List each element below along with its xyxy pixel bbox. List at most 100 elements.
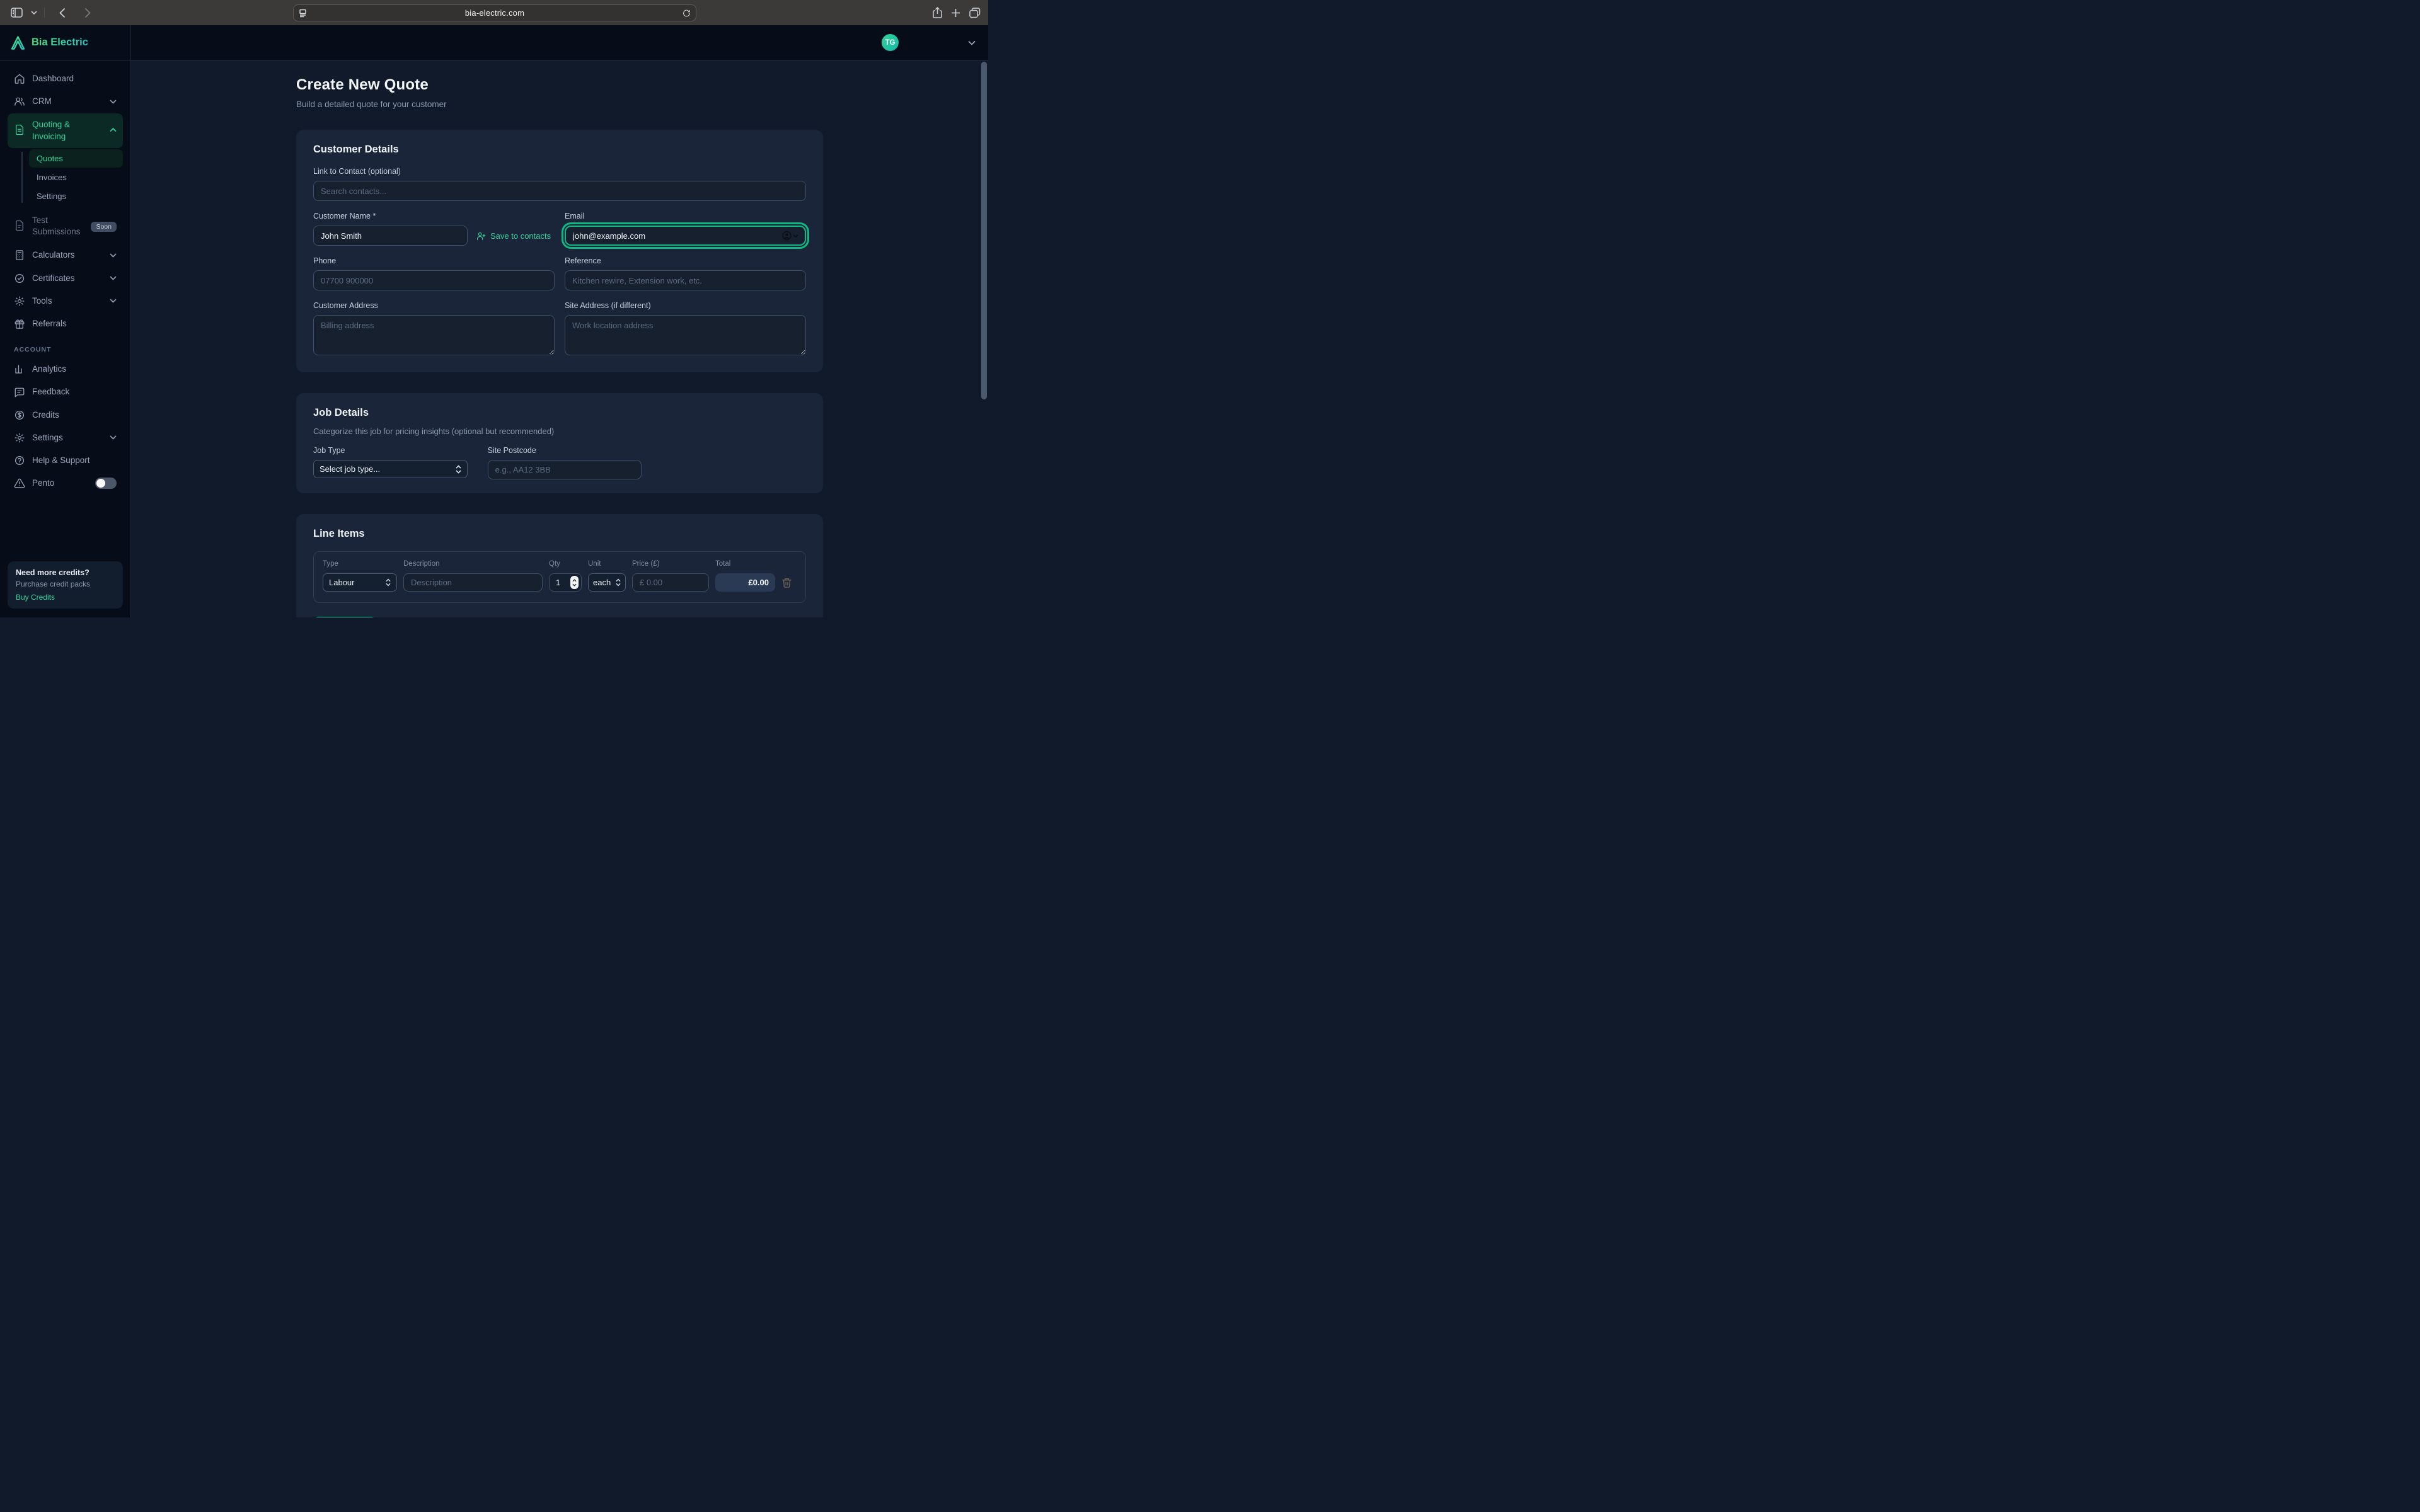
select-updown-icon bbox=[386, 578, 391, 587]
gear-icon bbox=[14, 432, 25, 444]
item-total-value: £0.00 bbox=[715, 573, 775, 592]
col-unit-label: Unit bbox=[588, 560, 626, 568]
new-tab-icon[interactable] bbox=[951, 8, 960, 18]
line-items-card: Line Items Type Labour bbox=[296, 514, 823, 617]
sidebar-item-credits[interactable]: Credits bbox=[8, 404, 123, 426]
badge-check-icon bbox=[14, 273, 25, 284]
url-text[interactable]: bia-electric.com bbox=[307, 8, 683, 18]
quoting-subnav: Quotes Invoices Settings bbox=[21, 149, 123, 205]
sidebar-toggle-icon[interactable] bbox=[8, 4, 25, 21]
sidebar-dropdown-chevron-icon[interactable] bbox=[29, 4, 39, 21]
job-details-subtitle: Categorize this job for pricing insights… bbox=[313, 427, 806, 436]
back-button-icon[interactable] bbox=[54, 4, 71, 21]
main-content: Create New Quote Build a detailed quote … bbox=[131, 60, 988, 617]
page-title: Create New Quote bbox=[296, 76, 823, 94]
sidebar-item-label: Tools bbox=[32, 295, 103, 307]
header-chevron-down-icon[interactable] bbox=[968, 40, 976, 45]
sidebar-item-label: Test Submissions bbox=[32, 215, 84, 238]
site-postcode-input[interactable] bbox=[488, 460, 642, 479]
avatar[interactable]: TG bbox=[882, 34, 899, 51]
search-contacts-input[interactable] bbox=[313, 181, 806, 201]
save-to-contacts-link[interactable]: Save to contacts bbox=[476, 231, 551, 241]
qty-stepper[interactable] bbox=[570, 576, 579, 589]
job-type-label: Job Type bbox=[313, 446, 468, 455]
sidebar-item-label: Help & Support bbox=[32, 455, 117, 466]
reader-icon[interactable] bbox=[299, 9, 307, 18]
job-details-card: Job Details Categorize this job for pric… bbox=[296, 393, 823, 493]
home-icon bbox=[14, 73, 25, 84]
phone-input[interactable] bbox=[313, 270, 555, 290]
delete-item-button[interactable] bbox=[781, 573, 797, 592]
item-qty-input[interactable]: 1 bbox=[549, 573, 582, 592]
save-to-contacts-label: Save to contacts bbox=[490, 231, 551, 241]
gear-icon bbox=[14, 295, 25, 307]
file-icon bbox=[14, 220, 25, 231]
sidebar-item-label: Feedback bbox=[32, 386, 117, 398]
select-updown-icon bbox=[616, 578, 621, 587]
brand-logo-icon bbox=[10, 35, 26, 50]
sidebar: Bia Electric Dashboard CRM bbox=[0, 25, 131, 617]
sidebar-item-tools[interactable]: Tools bbox=[8, 290, 123, 312]
sidebar-item-calculators[interactable]: Calculators bbox=[8, 244, 123, 266]
share-icon[interactable] bbox=[933, 7, 942, 18]
sidebar-item-referrals[interactable]: Referrals bbox=[8, 313, 123, 335]
subnav-item-invoices[interactable]: Invoices bbox=[29, 168, 123, 186]
browser-toolbar: bia-electric.com bbox=[0, 0, 988, 25]
chevron-up-icon bbox=[110, 128, 117, 132]
job-type-value: Select job type... bbox=[320, 464, 380, 474]
contact-autofill-icon[interactable] bbox=[781, 231, 798, 241]
sidebar-item-help-support[interactable]: Help & Support bbox=[8, 450, 123, 471]
reference-label: Reference bbox=[565, 256, 806, 265]
sidebar-item-feedback[interactable]: Feedback bbox=[8, 381, 123, 403]
subnav-item-quotes[interactable]: Quotes bbox=[29, 149, 123, 168]
item-price-input[interactable] bbox=[632, 573, 709, 592]
pento-toggle[interactable] bbox=[95, 478, 117, 489]
sidebar-item-pento[interactable]: Pento bbox=[8, 472, 123, 494]
chevron-down-icon bbox=[110, 435, 117, 440]
customer-name-input[interactable] bbox=[313, 226, 468, 246]
bar-chart-icon bbox=[14, 364, 25, 375]
trash-icon bbox=[781, 577, 792, 588]
sidebar-item-settings[interactable]: Settings bbox=[8, 427, 123, 449]
sidebar-item-analytics[interactable]: Analytics bbox=[8, 358, 123, 380]
credits-promo-subtitle: Purchase credit packs bbox=[16, 580, 115, 588]
item-unit-select[interactable]: each bbox=[588, 573, 626, 592]
buy-credits-link[interactable]: Buy Credits bbox=[16, 593, 115, 602]
site-postcode-label: Site Postcode bbox=[488, 446, 642, 455]
line-item-row: Type Labour Description bbox=[313, 551, 806, 603]
vertical-scrollbar[interactable] bbox=[981, 62, 987, 399]
col-qty-label: Qty bbox=[549, 560, 582, 568]
credits-promo-card: Need more credits? Purchase credit packs… bbox=[8, 561, 123, 609]
sidebar-item-quoting-invoicing[interactable]: Quoting & Invoicing bbox=[8, 113, 123, 147]
toolbar-divider bbox=[44, 8, 45, 18]
dollar-circle-icon bbox=[14, 410, 25, 421]
chevron-down-icon bbox=[110, 253, 117, 258]
sidebar-item-test-submissions[interactable]: Test Submissions Soon bbox=[8, 209, 123, 243]
item-type-select[interactable]: Labour bbox=[323, 573, 397, 592]
reference-input[interactable] bbox=[565, 270, 806, 290]
address-bar[interactable]: bia-electric.com bbox=[293, 4, 696, 21]
email-label: Email bbox=[565, 212, 806, 220]
job-type-select[interactable]: Select job type... bbox=[313, 460, 468, 478]
forward-button-icon[interactable] bbox=[79, 4, 96, 21]
sidebar-item-label: Pento bbox=[32, 478, 88, 489]
gift-icon bbox=[14, 318, 25, 329]
customer-address-textarea[interactable] bbox=[313, 315, 555, 355]
subnav-item-settings[interactable]: Settings bbox=[29, 187, 123, 205]
sidebar-item-crm[interactable]: CRM bbox=[8, 91, 123, 112]
toggle-knob bbox=[96, 479, 105, 488]
sidebar-item-certificates[interactable]: Certificates bbox=[8, 268, 123, 289]
users-icon bbox=[14, 96, 25, 107]
email-input[interactable] bbox=[565, 226, 806, 246]
sidebar-item-dashboard[interactable]: Dashboard bbox=[8, 68, 123, 89]
sidebar-item-label: Settings bbox=[32, 432, 103, 444]
user-plus-icon bbox=[476, 231, 486, 241]
brand[interactable]: Bia Electric bbox=[0, 25, 130, 60]
tab-overview-icon[interactable] bbox=[969, 8, 981, 18]
site-address-textarea[interactable] bbox=[565, 315, 806, 355]
sidebar-item-label: Calculators bbox=[32, 249, 103, 261]
col-type-label: Type bbox=[323, 560, 397, 568]
sidebar-item-label: Credits bbox=[32, 410, 117, 421]
reload-icon[interactable] bbox=[683, 9, 691, 18]
item-description-input[interactable] bbox=[403, 573, 543, 592]
